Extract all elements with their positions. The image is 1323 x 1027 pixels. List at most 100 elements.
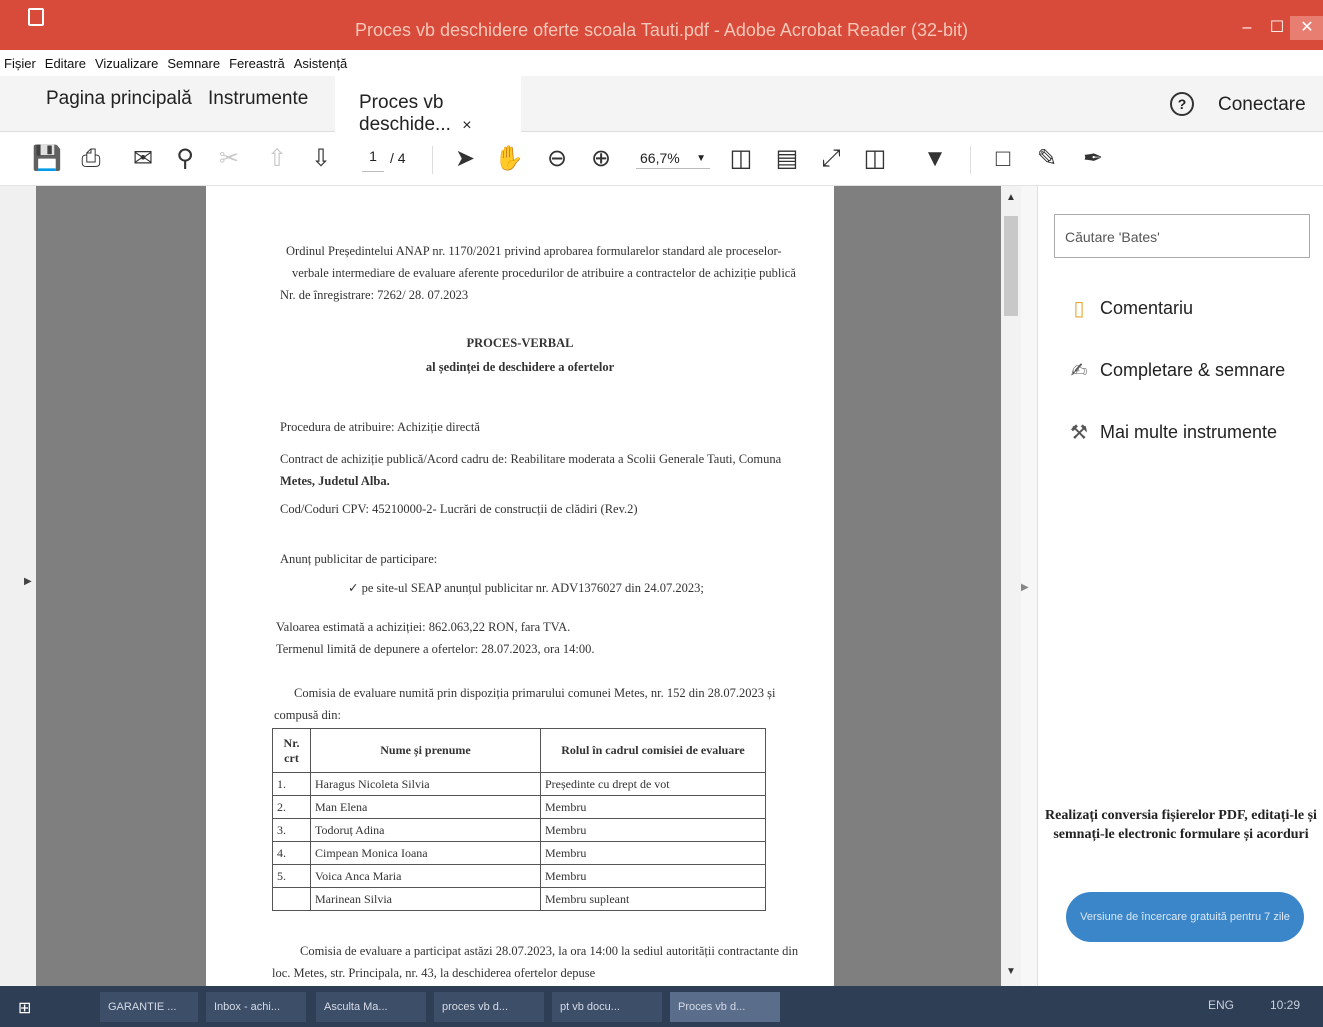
table-row: 1. Haragus Nicoleta Silvia Președinte cu…: [272, 772, 766, 796]
tab-home[interactable]: Pagina principală: [46, 88, 192, 110]
taskbar-item[interactable]: Asculta Ma...: [316, 992, 426, 1022]
email-icon[interactable]: ✉: [128, 144, 158, 174]
cell-role: Membru: [540, 864, 766, 888]
tray-language[interactable]: ENG: [1208, 998, 1234, 1012]
doc-footer-line-1: Comisia de evaluare a participat astăzi …: [300, 944, 799, 958]
save-icon[interactable]: 💾: [32, 144, 62, 174]
find-icon[interactable]: ⚲: [170, 144, 200, 174]
fit-page-icon[interactable]: ◫: [726, 144, 756, 174]
highlight-pen-icon[interactable]: ✎: [1032, 144, 1062, 174]
zoom-select[interactable]: 66,7% ▼: [636, 148, 710, 169]
more-tools-icon: ⚒: [1070, 422, 1088, 444]
tab-document[interactable]: Proces vb deschide... ×: [335, 76, 521, 135]
toolbar-divider: [970, 146, 971, 174]
menu-view[interactable]: Vizualizare: [95, 56, 158, 71]
tools-search-input[interactable]: Căutare 'Bates': [1054, 214, 1310, 258]
doc-footer-line-2: loc. Metes, str. Principala, nr. 43, la …: [272, 966, 596, 980]
tool-more-tools-label: Mai multe instrumente: [1100, 422, 1278, 442]
window-titlebar: Proces vb deschidere oferte scoala Tauti…: [0, 0, 1323, 50]
table-row: 4. Cimpean Monica Ioana Membru: [272, 841, 766, 865]
committee-table: Nr. crt Nume și prenume Rolul în cadrul …: [272, 728, 766, 911]
zoom-out-icon[interactable]: ⊖: [542, 144, 572, 174]
taskbar-item[interactable]: pt vb docu...: [552, 992, 662, 1022]
tool-fill-sign-label: Completare & semnare: [1100, 360, 1286, 380]
cell-role: Membru supleant: [540, 887, 766, 911]
doc-announce-label: Anunț publicitar de participare:: [280, 552, 438, 566]
col-header-name: Nume și prenume: [310, 728, 541, 773]
table-row: 5. Voica Anca Maria Membru: [272, 864, 766, 888]
tab-bar: Pagina principală Instrumente Proces vb …: [0, 76, 1323, 135]
windows-start-icon[interactable]: ⊞: [18, 998, 36, 1017]
cell-name: Man Elena: [310, 795, 541, 819]
col-header-nr: Nr. crt: [272, 728, 311, 773]
menu-edit[interactable]: Editare: [45, 56, 86, 71]
cell-role: Membru: [540, 818, 766, 842]
tool-comment[interactable]: ▯ Comentariu: [1064, 296, 1193, 321]
hand-tool-icon[interactable]: ✋: [494, 144, 524, 174]
cell-name: Cimpean Monica Ioana: [310, 841, 541, 865]
collapse-right-panel-icon[interactable]: ▶: [1021, 582, 1029, 593]
taskbar-item[interactable]: Inbox - achi...: [206, 992, 306, 1022]
taskbar-item[interactable]: proces vb d...: [434, 992, 544, 1022]
pdf-page: Ordinul Președintelui ANAP nr. 1170/2021…: [206, 186, 834, 986]
cell-name: Todoruț Adina: [310, 818, 541, 842]
page-display-icon[interactable]: ◫: [860, 144, 890, 174]
windows-taskbar: ⊞ GARANTIE ... Inbox - achi... Asculta M…: [0, 986, 1323, 1027]
cell-role: Membru: [540, 795, 766, 819]
right-pane-toggle[interactable]: ▶: [1021, 186, 1037, 986]
left-nav-strip[interactable]: ▶: [0, 186, 36, 986]
tool-more-tools[interactable]: ⚒ Mai multe instrumente: [1064, 420, 1277, 445]
zoom-in-icon[interactable]: ⊕: [586, 144, 616, 174]
tool-comment-label: Comentariu: [1100, 298, 1194, 318]
close-window-button[interactable]: ✕: [1290, 16, 1323, 40]
tool-fill-sign[interactable]: ✍ Completare & semnare: [1064, 358, 1285, 383]
scrollbar-thumb[interactable]: [1004, 216, 1018, 316]
comment-tool-icon[interactable]: □: [988, 144, 1018, 174]
cell-nr: [272, 887, 311, 911]
table-row: 2. Man Elena Membru: [272, 795, 766, 819]
sign-icon[interactable]: ✒: [1078, 144, 1108, 174]
taskbar-item-active[interactable]: Proces vb d...: [670, 992, 780, 1022]
full-screen-icon[interactable]: ⤢: [816, 144, 846, 174]
tab-document-label: Proces vb deschide...: [359, 92, 451, 135]
tab-tools[interactable]: Instrumente: [208, 88, 308, 110]
tray-clock[interactable]: 10:29: [1270, 998, 1300, 1012]
window-title: Proces vb deschidere oferte scoala Tauti…: [354, 20, 969, 40]
menu-bar: Fișier Editare Vizualizare Semnare Ferea…: [0, 50, 1323, 76]
scroll-up-icon[interactable]: ▲: [1006, 192, 1016, 203]
minimize-button[interactable]: –: [1230, 16, 1264, 40]
fill-sign-icon: ✍: [1070, 360, 1088, 382]
scroll-down-icon[interactable]: ▼: [1006, 966, 1016, 977]
help-icon[interactable]: ?: [1170, 92, 1194, 116]
doc-committee-line-1: Comisia de evaluare numită prin dispoziț…: [294, 686, 776, 700]
doc-order-line-2: verbale intermediare de evaluare aferent…: [292, 266, 796, 280]
page-up-icon[interactable]: ⇧: [262, 144, 292, 174]
page-number-input[interactable]: 1: [362, 148, 384, 172]
toolbar-divider: [432, 146, 433, 174]
chevron-down-icon: ▼: [696, 153, 706, 164]
taskbar-item[interactable]: GARANTIE ...: [100, 992, 198, 1022]
menu-file[interactable]: Fișier: [4, 56, 36, 71]
select-cursor-icon[interactable]: ➤: [450, 144, 480, 174]
doc-cpv: Cod/Coduri CPV: 45210000-2- Lucrări de c…: [280, 502, 638, 516]
menu-sign[interactable]: Semnare: [167, 56, 220, 71]
vertical-scrollbar[interactable]: ▲ ▼: [1001, 186, 1021, 986]
scroll-mode-icon[interactable]: ▤: [772, 144, 802, 174]
free-trial-button[interactable]: Versiune de încercare gratuită pentru 7 …: [1066, 892, 1304, 942]
doc-registration: Nr. de înregistrare: 7262/ 28. 07.2023: [280, 288, 469, 302]
doc-deadline: Termenul limită de depunere a ofertelor:…: [276, 642, 595, 656]
menu-help[interactable]: Asistență: [294, 56, 347, 71]
signin-button[interactable]: Conectare: [1218, 94, 1306, 116]
page-down-icon[interactable]: ⇩: [306, 144, 336, 174]
doc-order-line-1: Ordinul Președintelui ANAP nr. 1170/2021…: [286, 244, 782, 258]
doc-contract-line-1: Contract de achiziție publică/Acord cadr…: [280, 452, 782, 466]
print-icon[interactable]: ⎙: [76, 144, 106, 174]
doc-announce-item: ✓ pe site-ul SEAP anunțul publicitar nr.…: [348, 581, 704, 595]
cell-name: Haragus Nicoleta Silvia: [310, 772, 541, 796]
maximize-button[interactable]: ☐: [1260, 16, 1294, 40]
menu-window[interactable]: Fereastră: [229, 56, 285, 71]
expand-left-panel-icon[interactable]: ▶: [24, 576, 32, 587]
scissors-icon[interactable]: ✂: [214, 144, 244, 174]
col-header-role: Rolul în cadrul comisiei de evaluare: [540, 728, 766, 773]
read-mode-icon[interactable]: ▼: [920, 144, 950, 174]
